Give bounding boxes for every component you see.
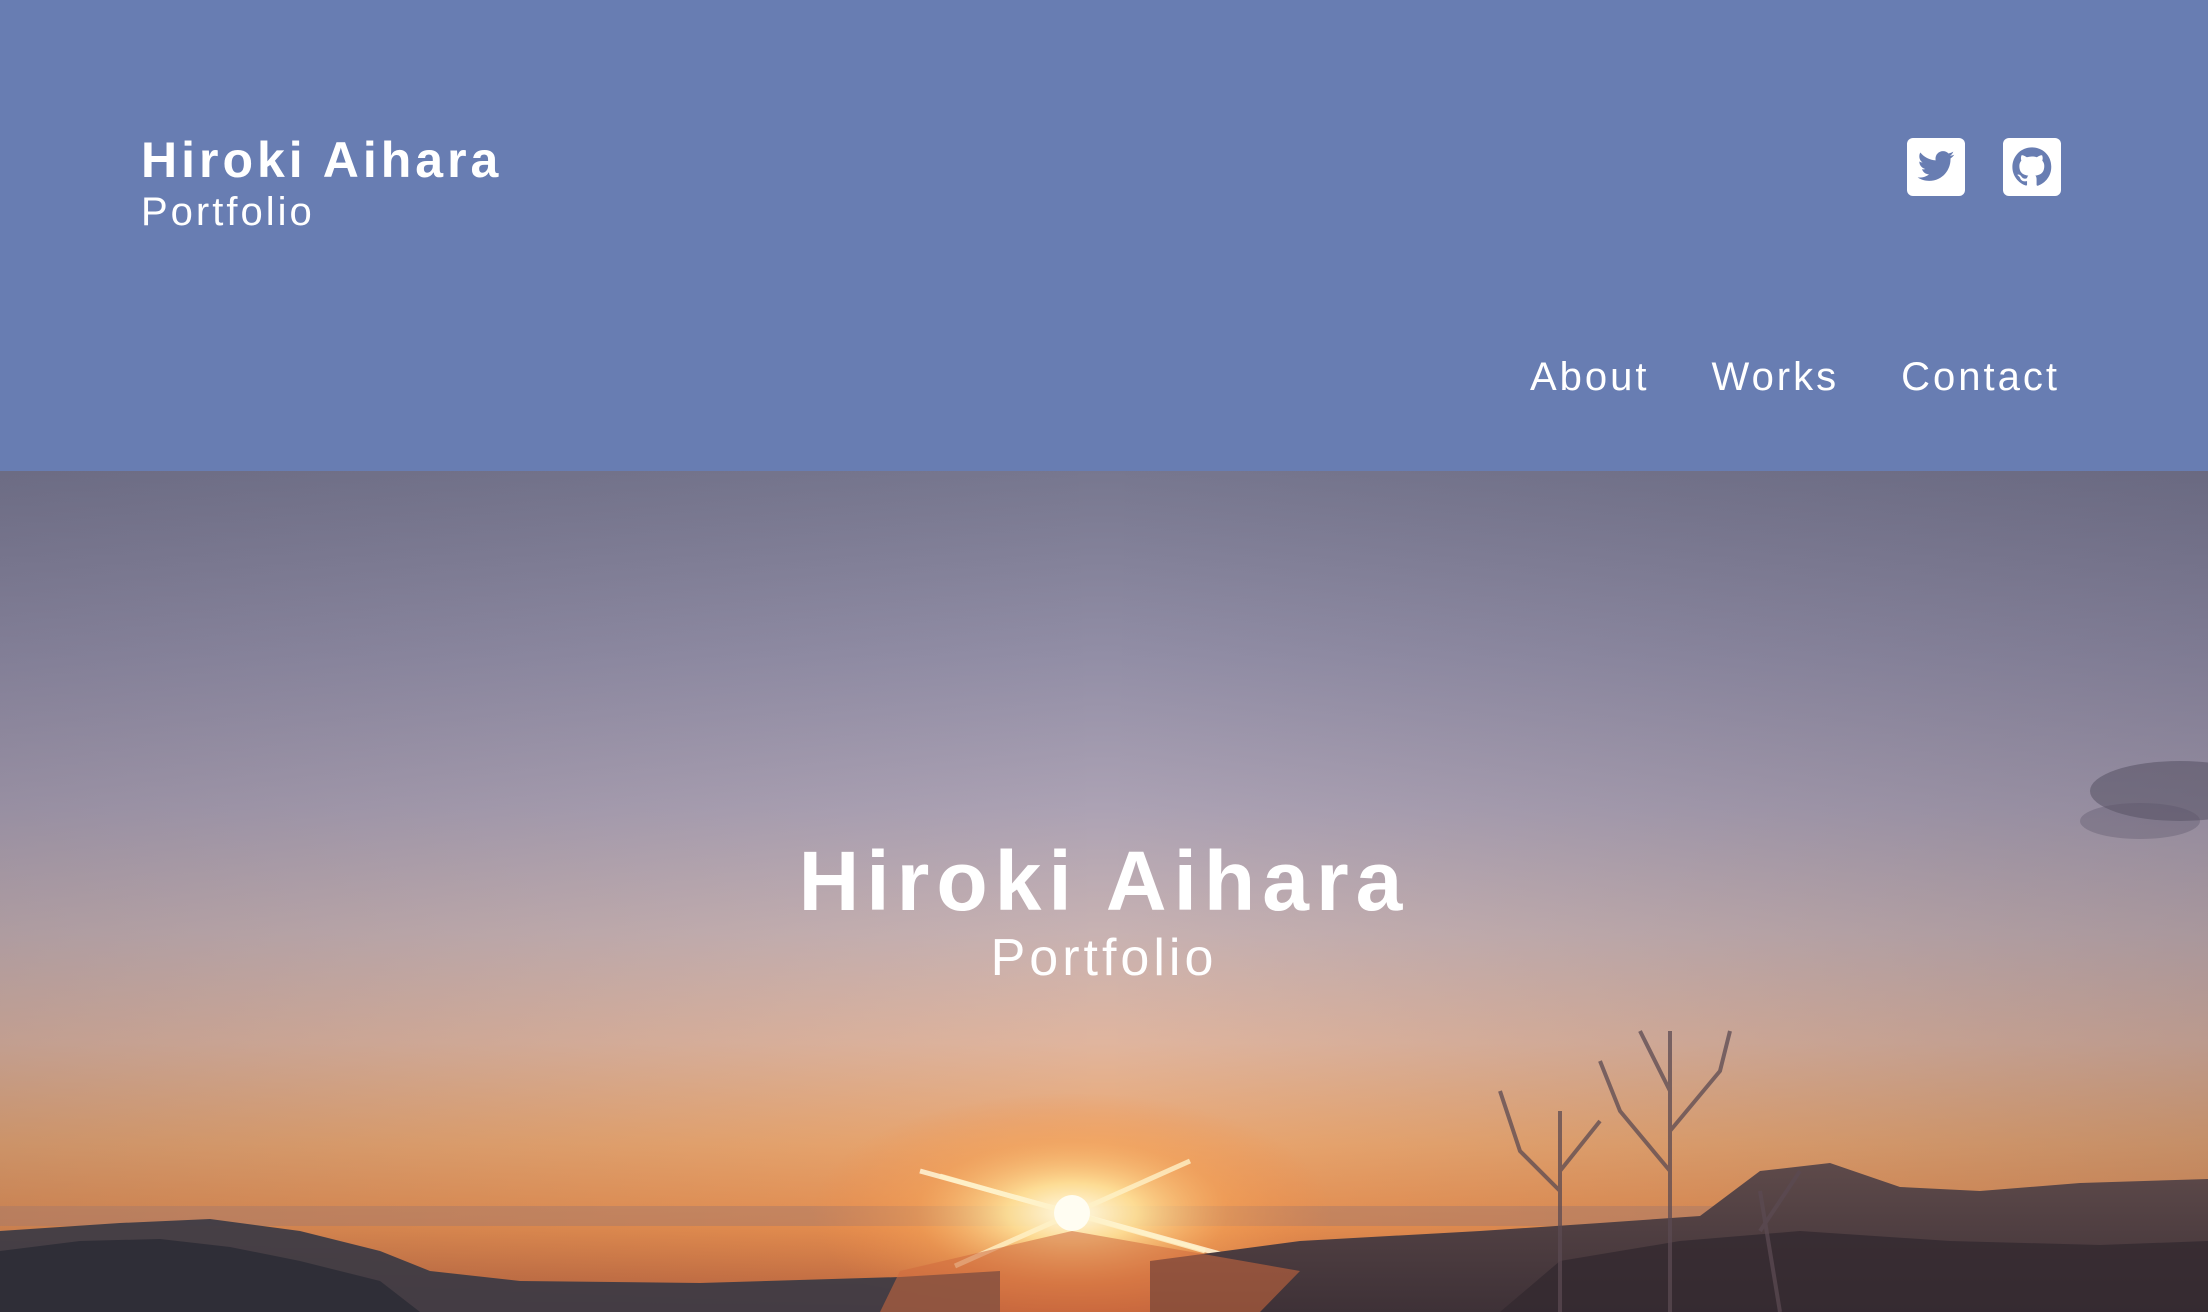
github-link[interactable]: [2003, 138, 2061, 196]
hero-subtitle: Portfolio: [990, 929, 1218, 987]
brand-subtitle[interactable]: Portfolio: [141, 190, 502, 234]
hero-title-block: Hiroki Aihara Portfolio: [0, 833, 2208, 987]
main-nav: About Works Contact: [1530, 352, 2060, 402]
twitter-link[interactable]: [1907, 138, 1965, 196]
social-links: [1907, 138, 2061, 196]
nav-works[interactable]: Works: [1712, 352, 1840, 402]
nav-about[interactable]: About: [1530, 352, 1650, 402]
hero-section: Hiroki Aihara Portfolio: [0, 471, 2208, 1312]
brand-name[interactable]: Hiroki Aihara: [141, 130, 502, 190]
github-icon: [2012, 147, 2052, 186]
nav-contact[interactable]: Contact: [1901, 352, 2060, 402]
site-header: Hiroki Aihara Portfolio About Works Cont…: [0, 0, 2208, 471]
twitter-icon: [1917, 151, 1955, 181]
hero-name: Hiroki Aihara: [798, 834, 1410, 928]
brand[interactable]: Hiroki Aihara Portfolio: [141, 130, 502, 234]
